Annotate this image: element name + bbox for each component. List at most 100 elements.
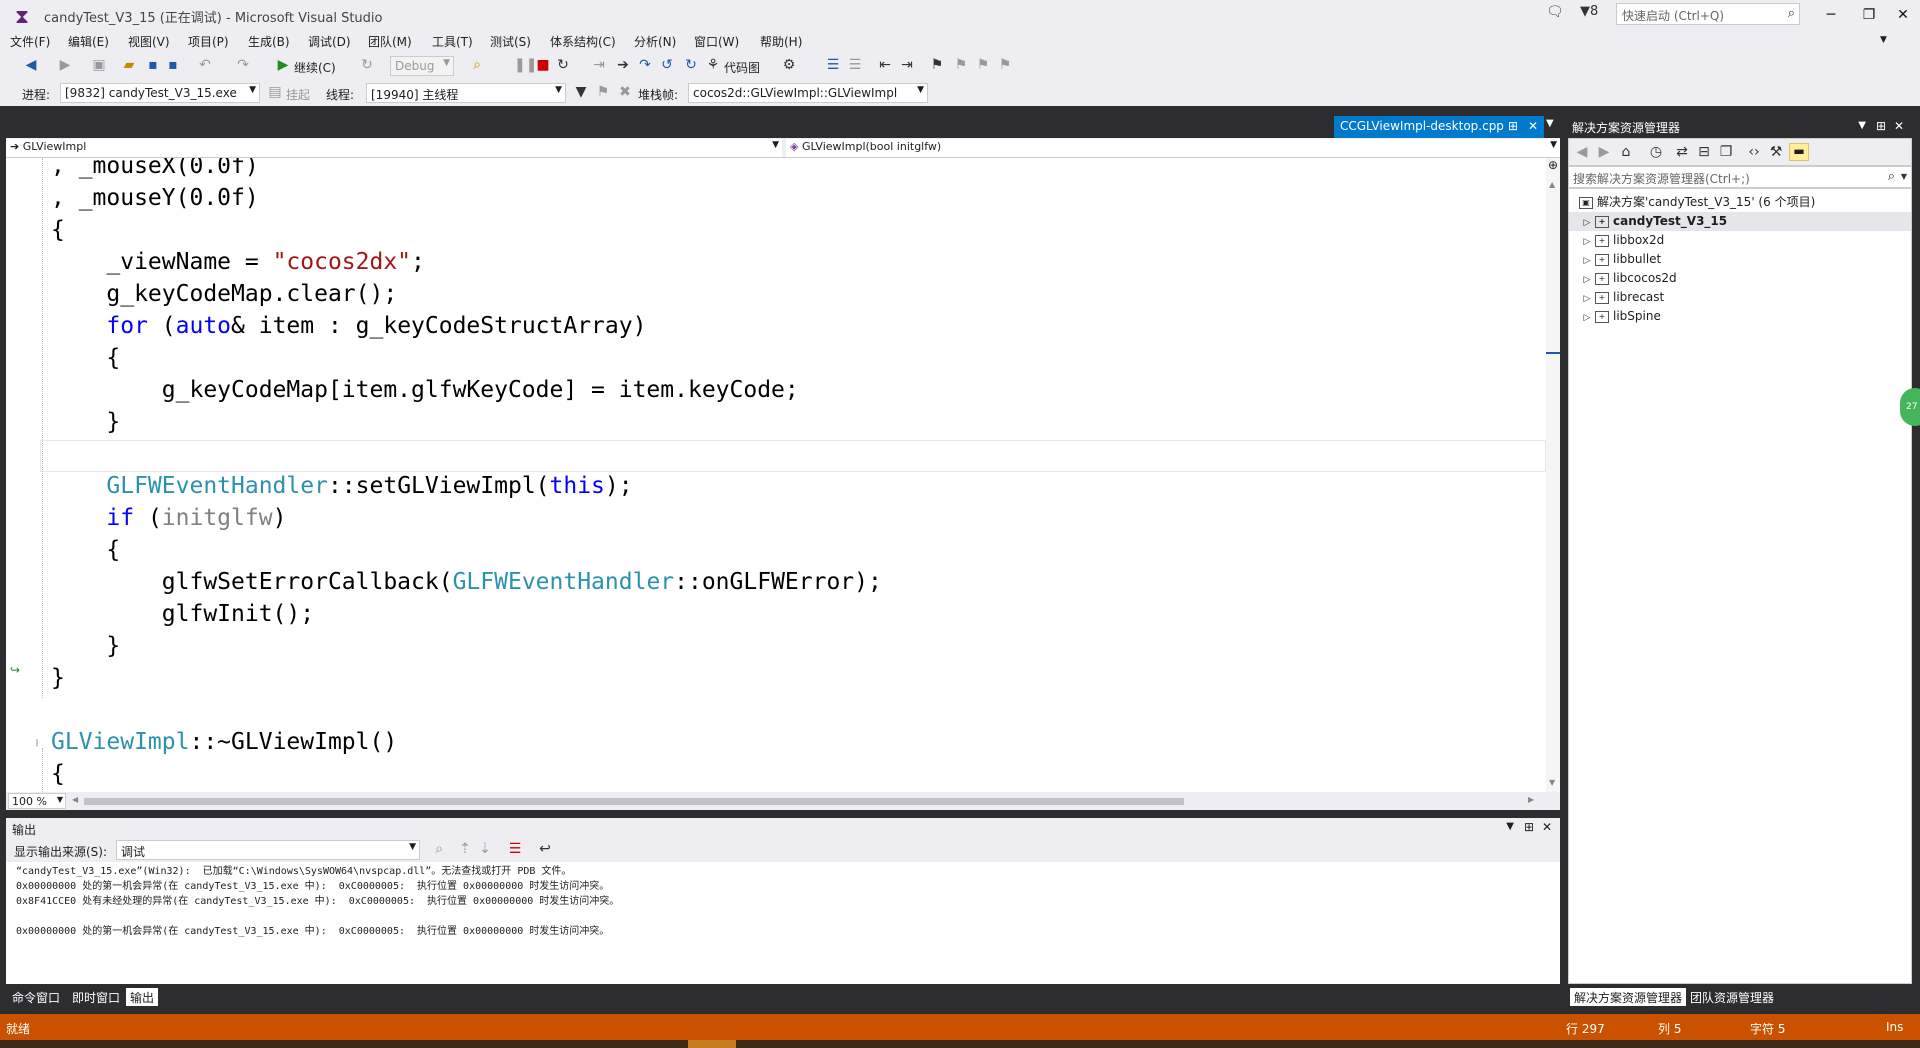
menu-help[interactable]: 帮助(H) xyxy=(760,33,802,50)
quick-launch-input[interactable]: 快速启动 (Ctrl+Q) ⌕ xyxy=(1616,3,1800,25)
menu-architecture[interactable]: 体系结构(C) xyxy=(550,33,616,50)
collapse-all-icon[interactable]: ⊟ xyxy=(1695,144,1713,160)
step-out-icon[interactable]: ↺ xyxy=(658,57,676,73)
menu-file[interactable]: 文件(F) xyxy=(10,33,50,50)
code-map-icon[interactable]: ⚘ xyxy=(704,57,722,73)
member-select[interactable]: ◈ GLViewImpl(bool initglfw) ▼ xyxy=(786,139,1560,157)
sync-icon[interactable]: ⇄ xyxy=(1673,144,1691,160)
code-area[interactable]: ⊟ , _mouseX(0.0f) , _mouseY(0.0f) { _vie… xyxy=(36,158,1546,792)
back-icon[interactable]: ◀ xyxy=(22,57,40,73)
home-icon[interactable]: ⌂ xyxy=(1617,144,1635,160)
close-tab-icon[interactable]: ✕ xyxy=(1528,119,1538,133)
stop-debugging-icon[interactable]: ■ xyxy=(534,57,552,73)
restore-button[interactable]: ❐ xyxy=(1852,2,1886,28)
forward-icon[interactable]: ▶ xyxy=(1595,144,1613,160)
uncomment-icon[interactable]: ☰ xyxy=(846,57,864,73)
continue-icon[interactable]: ▶ xyxy=(274,57,292,73)
user-chevron-icon[interactable]: ▼ xyxy=(1880,35,1887,45)
collapse-icon[interactable]: ⊟ xyxy=(36,738,38,749)
scroll-up-icon[interactable]: ▲ xyxy=(1549,180,1555,189)
tab-immediate-window[interactable]: 即时窗口 xyxy=(68,988,124,1006)
filter-icon[interactable]: ▼ xyxy=(572,84,590,100)
flag-threads-icon[interactable]: ⚑ xyxy=(594,84,612,100)
open-file-icon[interactable]: ▰ xyxy=(120,57,138,73)
bookmark-icon[interactable]: ⚑ xyxy=(928,57,946,73)
pin-icon[interactable]: ⊞ xyxy=(1524,820,1534,834)
expand-icon[interactable]: ▷ xyxy=(1579,309,1595,328)
editor-gutter[interactable]: ↪ xyxy=(6,158,34,792)
indent-icon[interactable]: ⇤ xyxy=(876,57,894,73)
menu-debug[interactable]: 调试(D) xyxy=(308,33,351,50)
pending-changes-icon[interactable]: ◷ xyxy=(1647,144,1665,160)
save-icon[interactable]: ▪ xyxy=(144,57,162,73)
horizontal-scrollbar-thumb[interactable] xyxy=(84,798,1184,805)
tab-team-explorer[interactable]: 团队资源管理器 xyxy=(1686,988,1778,1006)
redo-icon[interactable]: ↷ xyxy=(234,57,252,73)
save-all-icon[interactable]: ▪ xyxy=(164,57,182,73)
menu-window[interactable]: 窗口(W) xyxy=(694,33,739,50)
show-flagged-icon[interactable]: ✖ xyxy=(616,84,634,100)
code-map-button[interactable]: 代码图 xyxy=(724,59,760,76)
scroll-right-icon[interactable]: ▶ xyxy=(1528,795,1534,804)
restart-icon[interactable]: ↻ xyxy=(554,57,572,73)
outdent-icon[interactable]: ⇥ xyxy=(898,57,916,73)
solution-config-select[interactable]: Debug ▼ xyxy=(390,56,454,76)
menu-edit[interactable]: 编辑(E) xyxy=(68,33,109,50)
step-back-icon[interactable]: ↻ xyxy=(682,57,700,73)
tab-output[interactable]: 输出 xyxy=(126,988,159,1006)
menu-team[interactable]: 团队(M) xyxy=(368,33,412,50)
vertical-scrollbar[interactable]: ⊕ ▲ ▼ xyxy=(1546,158,1560,792)
project-node[interactable]: ▷ + candyTest_V3_15 xyxy=(1569,212,1911,231)
pin-icon[interactable]: ⊞ xyxy=(1508,119,1518,133)
zoom-select[interactable]: 100 % ▼ xyxy=(8,793,66,809)
menu-tools[interactable]: 工具(T) xyxy=(432,33,473,50)
preview-selected-icon[interactable]: ▬ xyxy=(1789,143,1809,161)
forward-icon[interactable]: ▶ xyxy=(56,57,74,73)
scroll-down-icon[interactable]: ▼ xyxy=(1549,778,1555,787)
minimize-button[interactable]: ─ xyxy=(1814,2,1848,28)
thread-select[interactable]: [19940] 主线程 ▼ xyxy=(366,83,566,103)
project-node[interactable]: ▷ + libbullet xyxy=(1579,250,1662,269)
back-icon[interactable]: ◀ xyxy=(1573,144,1591,160)
step-into-icon[interactable]: ➔ xyxy=(614,57,632,73)
project-node[interactable]: ▷ + libcocos2d xyxy=(1579,269,1677,288)
scroll-left-icon[interactable]: ◀ xyxy=(72,795,78,804)
menu-project[interactable]: 项目(P) xyxy=(188,33,229,50)
close-button[interactable]: ✕ xyxy=(1886,2,1920,28)
find-in-files-icon[interactable]: ⌕ xyxy=(468,57,486,73)
menu-view[interactable]: 视图(V) xyxy=(128,33,170,50)
notification-icon[interactable]: 🗨 xyxy=(1546,4,1564,20)
project-node[interactable]: ▷ + libSpine xyxy=(1579,307,1661,326)
comment-icon[interactable]: ☰ xyxy=(824,57,842,73)
output-source-select[interactable]: 调试 ▼ xyxy=(116,840,420,860)
stack-frame-select[interactable]: cocos2d::GLViewImpl::GLViewImpl ▼ xyxy=(688,83,928,103)
menu-test[interactable]: 测试(S) xyxy=(490,33,531,50)
process-select[interactable]: [9832] candyTest_V3_15.exe ▼ xyxy=(60,83,260,103)
pin-icon[interactable]: ⊞ xyxy=(1876,119,1886,133)
clear-bookmarks-icon[interactable]: ⚑ xyxy=(996,57,1014,73)
output-text[interactable]: “candyTest_V3_15.exe”(Win32): 已加载“C:\Win… xyxy=(6,862,1560,984)
word-wrap-icon[interactable]: ↩ xyxy=(536,841,554,857)
break-all-icon[interactable]: ❚❚ xyxy=(514,57,537,73)
document-tab-active[interactable]: CCGLViewImpl-desktop.cpp ⊞ ✕ xyxy=(1334,116,1544,138)
solution-node[interactable]: ▣ 解决方案'candyTest_V3_15' (6 个项目) xyxy=(1579,193,1815,212)
notification-flag[interactable]: ▼8 xyxy=(1580,4,1598,19)
close-panel-icon[interactable]: ✕ xyxy=(1894,119,1904,133)
menu-build[interactable]: 生成(B) xyxy=(248,33,290,50)
step-over-icon[interactable]: ↷ xyxy=(636,57,654,73)
project-node[interactable]: ▷ + libbox2d xyxy=(1579,231,1665,250)
document-list-dropdown-icon[interactable]: ▼ xyxy=(1546,118,1554,129)
close-panel-icon[interactable]: ✕ xyxy=(1542,820,1552,834)
show-next-statement-icon[interactable]: ⇥ xyxy=(590,57,608,73)
next-message-icon[interactable]: ⇣ xyxy=(476,841,494,857)
new-project-icon[interactable]: ▣ xyxy=(90,57,108,73)
solution-search-input[interactable]: 搜索解决方案资源管理器(Ctrl+;) ⌕ ▼ xyxy=(1568,166,1912,188)
suspend-label[interactable]: 挂起 xyxy=(286,86,310,103)
hex-display-icon[interactable]: ⚙ xyxy=(780,57,798,73)
continue-button[interactable]: 继续(C) xyxy=(294,59,336,76)
clear-all-icon[interactable]: ☰ xyxy=(506,841,524,857)
taskbar-active-app[interactable] xyxy=(688,1040,736,1048)
lifecycle-events-icon[interactable]: ▤ xyxy=(266,84,284,100)
prev-bookmark-icon[interactable]: ⚑ xyxy=(952,57,970,73)
view-code-icon[interactable]: ‹› xyxy=(1745,144,1763,160)
